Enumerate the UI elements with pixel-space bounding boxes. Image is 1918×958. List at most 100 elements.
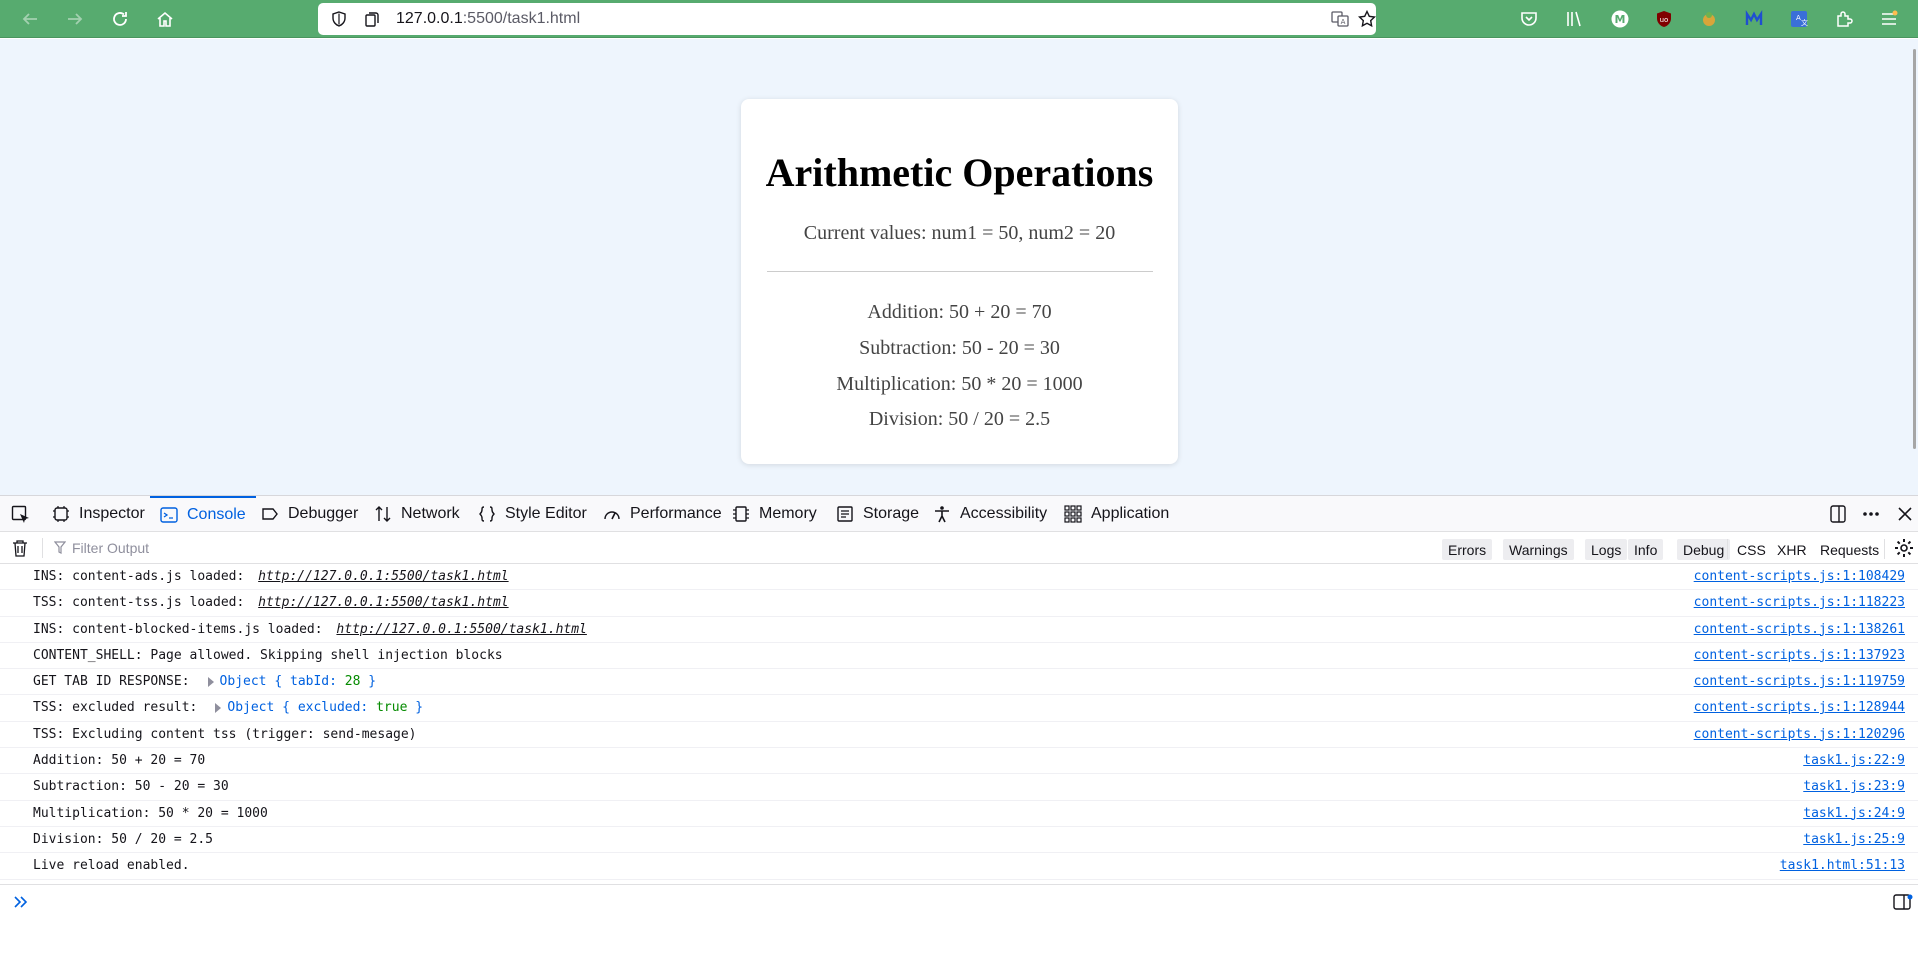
expand-triangle-icon[interactable] — [215, 702, 222, 713]
log-source-link[interactable]: content-scripts.js:1:119759 — [1694, 674, 1905, 689]
log-url-link[interactable]: http://127.0.0.1:5500/task1.html — [336, 622, 586, 637]
home-icon — [157, 11, 173, 27]
object-suffix: } — [360, 674, 377, 690]
console-message: Division: 50 / 20 = 2.5 task1.js:25:9 — [0, 827, 1918, 854]
filter-icon — [54, 541, 66, 554]
account-avatar-icon[interactable]: M — [1611, 10, 1629, 28]
log-source-link[interactable]: task1.js:22:9 — [1803, 753, 1905, 768]
arrow-left-icon — [22, 13, 37, 25]
library-icon[interactable] — [1566, 10, 1584, 28]
filter-errors-button[interactable]: Errors — [1442, 539, 1493, 560]
tab-memory[interactable]: Memory — [732, 496, 817, 532]
reload-button[interactable] — [107, 6, 133, 32]
more-options-icon[interactable] — [1862, 505, 1880, 523]
tab-debugger-label: Debugger — [288, 505, 359, 522]
malwarebytes-icon[interactable] — [1745, 10, 1763, 28]
filter-output-input[interactable] — [72, 537, 572, 559]
tab-debugger[interactable]: Debugger — [261, 496, 358, 532]
tab-console[interactable]: Console — [150, 496, 256, 532]
tab-accessibility[interactable]: Accessibility — [933, 496, 1047, 532]
home-button[interactable] — [152, 6, 178, 32]
url-text[interactable]: 127.0.0.1:5500/task1.html — [396, 10, 580, 28]
log-text: INS: content-ads.js loaded: http://127.0… — [33, 569, 509, 584]
application-icon — [1064, 505, 1082, 523]
svg-text:uo: uo — [1660, 16, 1669, 24]
tab-storage[interactable]: Storage — [836, 496, 919, 532]
style-editor-icon — [478, 505, 496, 523]
filter-css-button[interactable]: CSS — [1737, 539, 1766, 560]
log-source-link[interactable]: content-scripts.js:1:108429 — [1694, 569, 1905, 584]
back-button[interactable] — [17, 6, 43, 32]
close-icon[interactable] — [1896, 505, 1914, 523]
log-message-text: TSS: content-tss.js loaded: — [33, 595, 245, 611]
filter-xhr-button[interactable]: XHR — [1777, 539, 1807, 560]
bookmark-star-icon[interactable] — [1358, 10, 1376, 28]
filter-requests-button[interactable]: Requests — [1820, 539, 1879, 560]
dock-side-icon[interactable] — [1829, 505, 1847, 523]
element-picker-icon[interactable] — [11, 505, 31, 525]
pocket-icon[interactable] — [1520, 10, 1538, 28]
tab-network[interactable]: Network — [374, 496, 460, 532]
log-source-link[interactable]: task1.js:23:9 — [1803, 779, 1905, 794]
log-source-link[interactable]: task1.js:24:9 — [1803, 806, 1905, 821]
console-message: Addition: 50 + 20 = 70 task1.js:22:9 — [0, 748, 1918, 775]
log-source-link[interactable]: content-scripts.js:1:128944 — [1694, 700, 1905, 715]
log-message-text: Division: 50 / 20 = 2.5 — [33, 831, 214, 847]
expand-triangle-icon[interactable] — [207, 676, 214, 687]
gear-icon[interactable] — [1894, 538, 1914, 558]
filter-logs-button[interactable]: Logs — [1585, 539, 1628, 560]
tab-memory-label: Memory — [759, 505, 817, 522]
log-message-text: Multiplication: 50 * 20 = 1000 — [33, 805, 268, 821]
separator — [42, 538, 43, 558]
console-message: GET TAB ID RESPONSE: Object { tabId: 28 }… — [0, 669, 1918, 696]
separator — [1727, 539, 1728, 559]
console-message: TSS: content-tss.js loaded: http://127.0… — [0, 590, 1918, 617]
address-bar[interactable]: 127.0.0.1:5500/task1.html A — [318, 3, 1376, 35]
ublock-icon[interactable]: uo — [1655, 10, 1673, 28]
translate-extension-icon[interactable]: A文 — [1790, 10, 1808, 28]
filter-info-button[interactable]: Info — [1628, 539, 1664, 560]
storage-icon — [836, 505, 854, 523]
object-prefix: Object { tabId: — [219, 674, 345, 690]
sidebar-toggle-icon[interactable] — [1893, 894, 1913, 910]
reload-icon — [113, 12, 127, 26]
log-text: INS: content-blocked-items.js loaded: ht… — [33, 622, 587, 637]
page-info-icon[interactable] — [364, 11, 380, 27]
tab-performance[interactable]: Performance — [603, 496, 722, 532]
console-message: TSS: Excluding content tss (trigger: sen… — [0, 722, 1918, 749]
tab-application[interactable]: Application — [1064, 496, 1169, 532]
object-prefix: Object { excluded: — [227, 700, 377, 716]
translate-icon[interactable]: A — [1331, 10, 1349, 28]
log-text: TSS: excluded result: Object { excluded: … — [33, 700, 423, 715]
menu-icon[interactable] — [1880, 10, 1898, 28]
performance-icon — [603, 505, 621, 523]
tab-application-label: Application — [1091, 505, 1170, 522]
console-filter-bar: Errors Warnings Logs Info Debug CSS XHR … — [0, 532, 1918, 564]
log-object-expander[interactable]: Object { excluded: true } — [203, 700, 423, 715]
tab-console-label: Console — [187, 506, 246, 523]
log-source-link[interactable]: content-scripts.js:1:118223 — [1694, 595, 1905, 610]
extensions-puzzle-icon[interactable] — [1835, 10, 1853, 28]
tab-inspector[interactable]: Inspector — [52, 496, 145, 532]
log-source-link[interactable]: task1.html:51:13 — [1780, 858, 1905, 873]
log-object-expander[interactable]: Object { tabId: 28 } — [196, 674, 377, 690]
log-url-link[interactable]: http://127.0.0.1:5500/task1.html — [258, 569, 508, 584]
trash-icon[interactable] — [12, 539, 28, 557]
extension-icon[interactable] — [1700, 10, 1718, 28]
console-input-row[interactable] — [0, 884, 1918, 918]
tab-network-label: Network — [401, 505, 460, 522]
log-source-link[interactable]: task1.js:25:9 — [1803, 832, 1905, 847]
filter-warnings-button[interactable]: Warnings — [1503, 539, 1574, 560]
log-source-link[interactable]: content-scripts.js:1:138261 — [1694, 622, 1905, 637]
log-source-link[interactable]: content-scripts.js:1:137923 — [1694, 648, 1905, 663]
tab-style-editor[interactable]: Style Editor — [478, 496, 587, 532]
svg-text:文: 文 — [1801, 18, 1808, 27]
filter-debug-button[interactable]: Debug — [1677, 539, 1731, 560]
log-source-link[interactable]: content-scripts.js:1:120296 — [1694, 727, 1905, 742]
page-scrollbar[interactable] — [1913, 49, 1916, 449]
shield-icon[interactable] — [331, 11, 347, 27]
forward-button[interactable] — [62, 6, 88, 32]
log-url-link[interactable]: http://127.0.0.1:5500/task1.html — [258, 595, 508, 610]
tab-accessibility-label: Accessibility — [960, 505, 1048, 522]
console-message: INS: content-ads.js loaded: http://127.0… — [0, 564, 1918, 591]
